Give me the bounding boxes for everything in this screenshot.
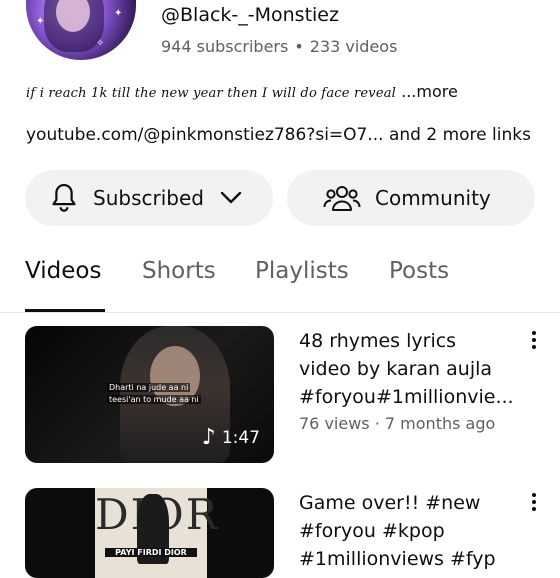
sparkle-icon: ✧ <box>96 38 105 49</box>
people-icon <box>323 186 361 211</box>
video-title-line: #1millionviews #fyp <box>299 548 496 570</box>
channel-avatar[interactable]: ✦ ✦ ✧ <box>26 0 136 60</box>
video-title-line: video by karan aujla <box>299 358 493 380</box>
sparkle-icon: ✦ <box>114 8 123 19</box>
sparkle-icon: ✦ <box>36 16 45 27</box>
video-meta: 76 views · 7 months ago <box>299 414 495 433</box>
chevron-down-icon <box>220 191 242 204</box>
community-button[interactable]: Community <box>287 170 535 226</box>
channel-description[interactable]: if i reach 1k till the new year then I w… <box>26 82 458 101</box>
more-vert-icon[interactable] <box>529 493 539 511</box>
description-more-link[interactable]: ...more <box>401 82 458 101</box>
video-title-line: 48 rhymes lyrics <box>299 330 457 352</box>
tab-posts[interactable]: Posts <box>389 258 449 284</box>
video-title-line: Game over!! #new <box>299 492 481 514</box>
video-thumbnail[interactable]: Dharti na jude aa ni teesi'an to mude aa… <box>25 326 274 463</box>
channel-stats: 944 subscribers • 233 videos <box>161 37 397 56</box>
tab-videos[interactable]: Videos <box>25 258 101 284</box>
thumbnail-caption: teesi'an to mude aa ni <box>107 395 201 404</box>
tab-playlists[interactable]: Playlists <box>255 258 349 284</box>
music-note-icon: ♪ <box>201 425 216 450</box>
video-title[interactable]: Game over!! #new #foryou #kpop #1million… <box>299 489 519 573</box>
more-vert-icon[interactable] <box>529 331 539 349</box>
description-text: if i reach 1k till the new year then I w… <box>26 86 397 101</box>
video-title-line: #foryou #kpop <box>299 520 445 542</box>
upload-age: 7 months ago <box>384 414 496 433</box>
channel-handle: @Black-_-Monstiez <box>161 4 339 26</box>
channel-links[interactable]: youtube.com/@pinkmonstiez786?si=O7... an… <box>26 125 531 145</box>
view-count: 76 views <box>299 414 370 433</box>
channel-link[interactable]: youtube.com/@pinkmonstiez786?si=O7... <box>26 125 384 145</box>
subscribed-button[interactable]: Subscribed <box>25 170 273 226</box>
subscribed-label: Subscribed <box>93 186 204 210</box>
bell-icon <box>52 183 76 212</box>
duration-text: 1:47 <box>221 428 260 448</box>
video-title[interactable]: 48 rhymes lyrics video by karan aujla #f… <box>299 327 519 411</box>
more-links[interactable]: and 2 more links <box>389 125 531 145</box>
video-title-line: #foryou#1millionvie... <box>299 386 514 408</box>
tabs-divider <box>0 312 560 313</box>
tab-shorts[interactable]: Shorts <box>142 258 216 284</box>
channel-tabs: Videos Shorts Playlists Posts <box>0 258 560 312</box>
meta-separator: · <box>374 414 380 433</box>
video-thumbnail[interactable]: DIOR PAYI FIRDI DIOR <box>25 488 274 578</box>
subscriber-count: 944 subscribers <box>161 37 289 56</box>
stats-separator: • <box>294 37 304 56</box>
thumbnail-caption: PAYI FIRDI DIOR <box>105 548 197 557</box>
community-label: Community <box>375 186 491 210</box>
duration-badge: ♪ 1:47 <box>202 427 260 449</box>
thumbnail-caption: Dharti na jude aa ni <box>107 383 191 392</box>
video-count: 233 videos <box>309 37 398 56</box>
